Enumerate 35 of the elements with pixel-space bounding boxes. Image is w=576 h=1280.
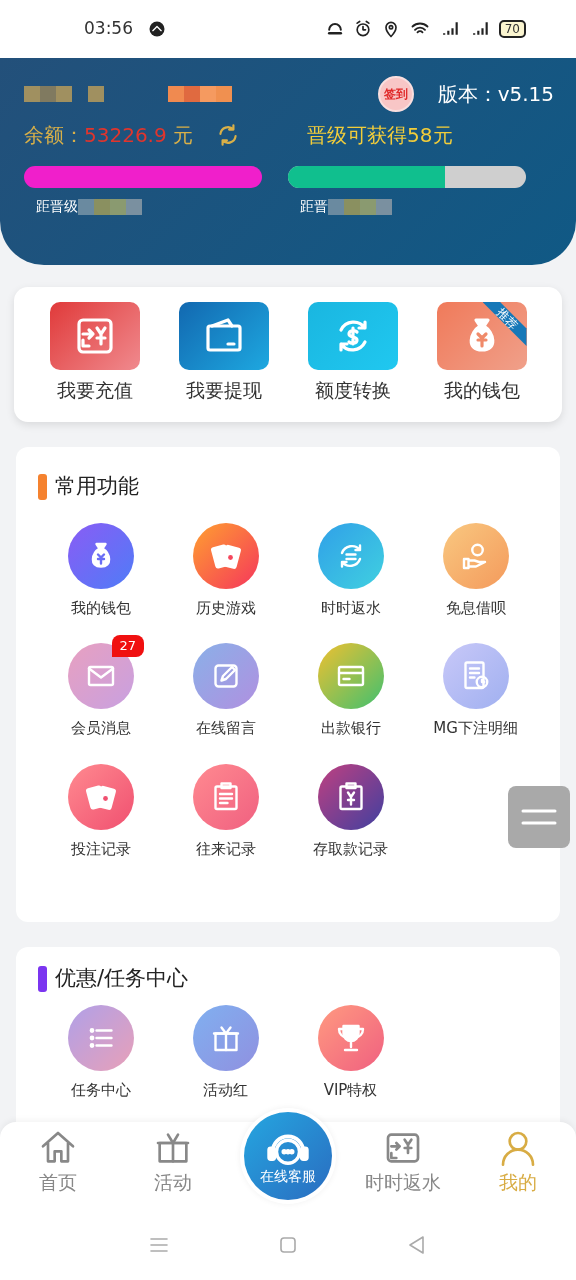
feature-item[interactable]: 活动红 (163, 1004, 288, 1101)
feature-item[interactable]: 投注记录 (38, 763, 163, 860)
balance-text: 余额：53226.9 元 (24, 122, 194, 149)
quick-action-button[interactable]: 额度转换 (288, 302, 417, 422)
nav-tab[interactable]: 活动 (115, 1122, 230, 1210)
redaction-mosaic (78, 198, 142, 215)
section-title: 常用功能 (55, 473, 139, 500)
feature-item[interactable]: 历史游戏 (163, 522, 288, 619)
nav-tab[interactable]: 时时返水 (345, 1122, 460, 1210)
redaction-mosaic (328, 198, 392, 215)
quick-action-button[interactable]: 推荐 我的钱包 (417, 302, 546, 422)
feature-item[interactable]: 任务中心 (38, 1004, 163, 1101)
quick-action-button[interactable]: 我要充值 (30, 302, 159, 422)
nav-tab[interactable]: 首页 (0, 1122, 115, 1210)
quick-action-button[interactable]: 我要提现 (159, 302, 288, 422)
battery-indicator: 70 (498, 20, 526, 38)
feature-item[interactable]: VIP特权 (288, 1004, 413, 1101)
version-text: 版本：v5.15 (437, 81, 554, 108)
feature-item[interactable]: 在线留言 (163, 643, 288, 740)
feature-item[interactable]: 出款银行 (288, 643, 413, 740)
feature-item[interactable]: 我的钱包 (38, 522, 163, 619)
menu-button[interactable] (508, 786, 570, 848)
section-title: 优惠/任务中心 (55, 965, 189, 992)
feature-item[interactable]: 往来记录 (163, 763, 288, 860)
count-badge: 27 (111, 635, 145, 657)
progress-caption: 距晋级 (36, 197, 78, 216)
feature-item[interactable]: MG下注明细 (413, 643, 538, 740)
clock-time: 03:56 (84, 17, 133, 41)
feature-item[interactable]: 免息借呗 (413, 522, 538, 619)
app-notification-icon (147, 19, 167, 39)
upgrade-reward-text: 晋级可获得58元 (307, 122, 453, 149)
customer-service-button[interactable]: 在线客服 (240, 1108, 336, 1204)
feature-item[interactable]: 时时返水 (288, 522, 413, 619)
feature-item[interactable]: 存取款记录 (288, 763, 413, 860)
progress-caption: 距晋 (300, 197, 328, 216)
